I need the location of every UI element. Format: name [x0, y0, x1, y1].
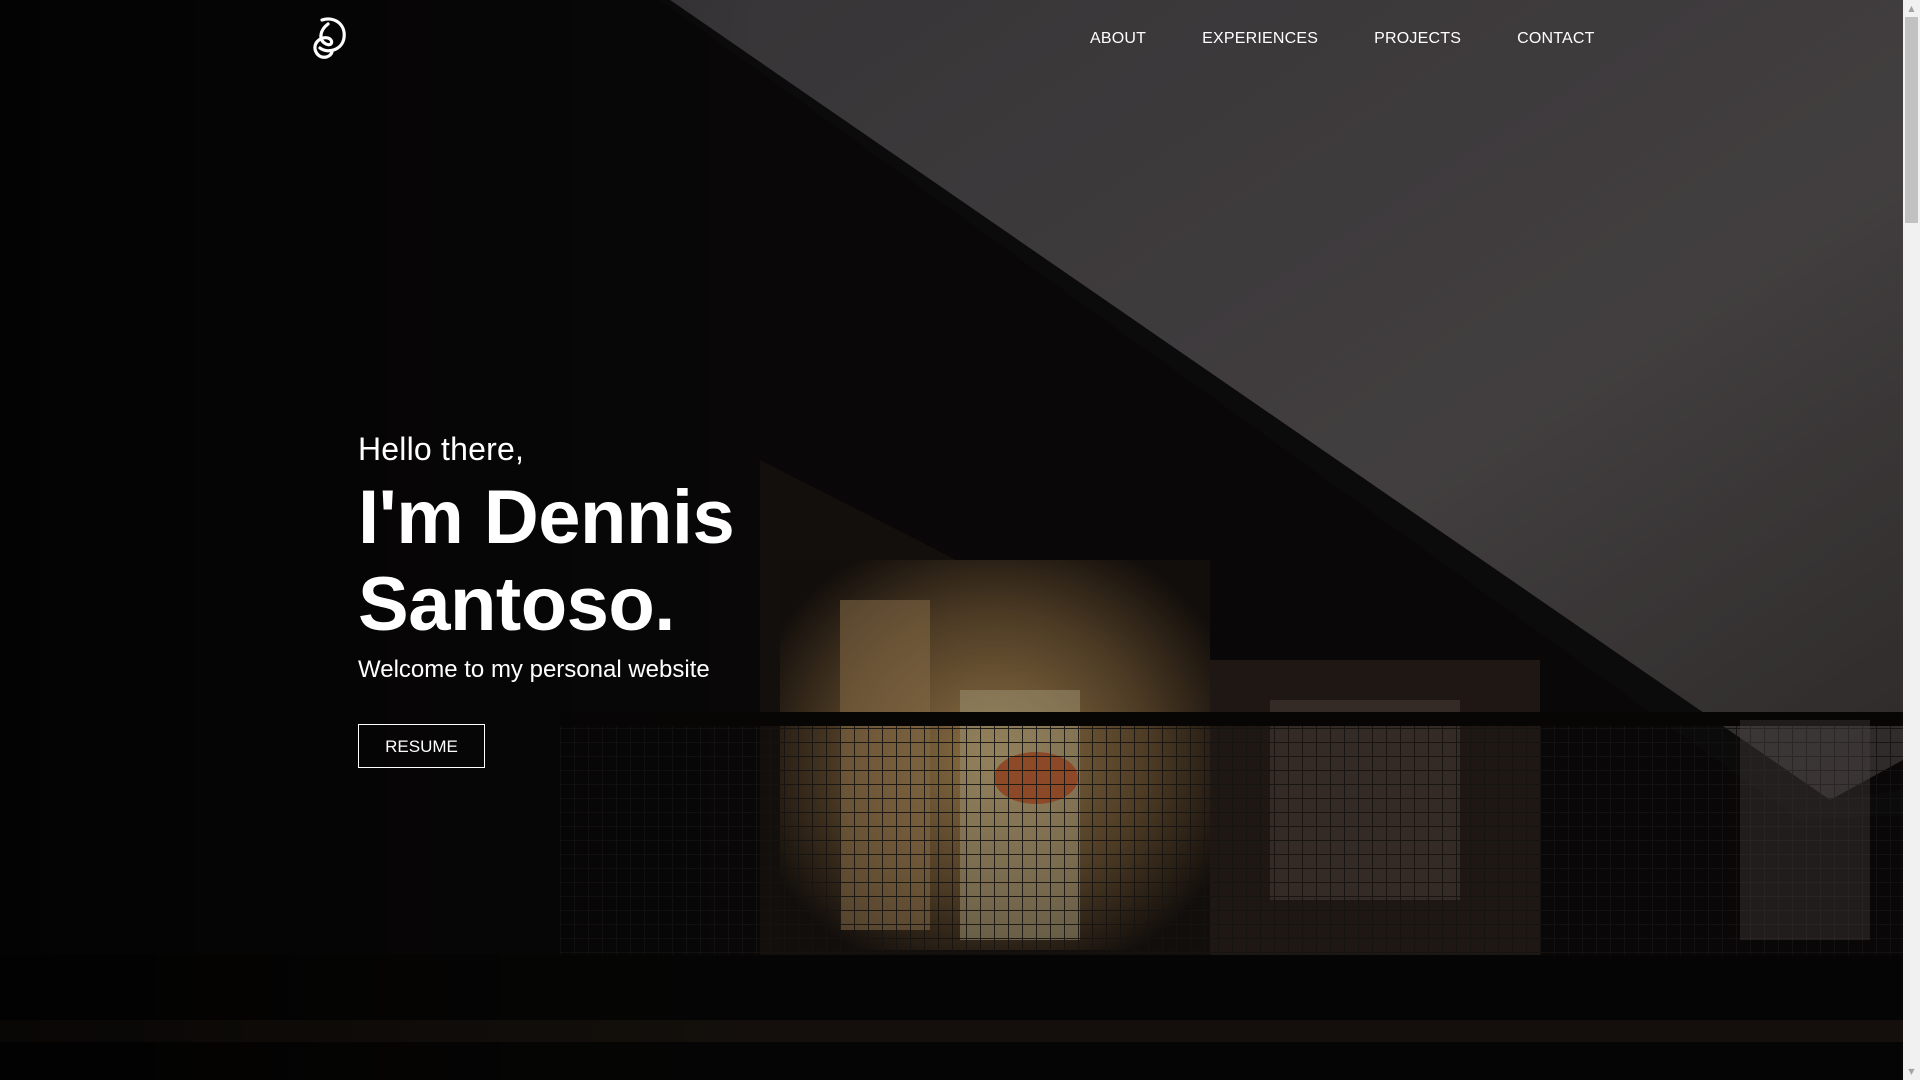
ds-monogram-logo[interactable]	[306, 14, 350, 62]
page-viewport: ABOUT EXPERIENCES PROJECTS CONTACT Hello…	[0, 0, 1903, 1080]
hero-name: I'm Dennis Santoso.	[358, 474, 735, 648]
main-nav: ABOUT EXPERIENCES PROJECTS CONTACT	[1090, 27, 1595, 51]
scroll-up-arrow-icon[interactable]: ▲	[1903, 0, 1920, 17]
hero-greeting: Hello there,	[358, 431, 525, 467]
scrollbar-thumb[interactable]	[1905, 17, 1918, 223]
hero-name-line1: I'm Dennis	[358, 475, 735, 560]
hero-subtitle: Welcome to my personal website	[358, 656, 710, 683]
nav-item-projects[interactable]: PROJECTS	[1374, 30, 1461, 48]
vertical-scrollbar[interactable]: ▲ ▼	[1903, 0, 1920, 1080]
hero-section: Hello there, I'm Dennis Santoso. Welcome…	[358, 424, 735, 768]
hero-name-line2: Santoso.	[358, 562, 675, 647]
nav-item-contact[interactable]: CONTACT	[1517, 30, 1595, 48]
resume-button[interactable]: RESUME	[358, 724, 485, 768]
scroll-down-arrow-icon[interactable]: ▼	[1903, 1063, 1920, 1080]
nav-item-experiences[interactable]: EXPERIENCES	[1202, 30, 1318, 48]
hero-background-image	[0, 0, 1903, 1080]
nav-item-about[interactable]: ABOUT	[1090, 30, 1146, 48]
